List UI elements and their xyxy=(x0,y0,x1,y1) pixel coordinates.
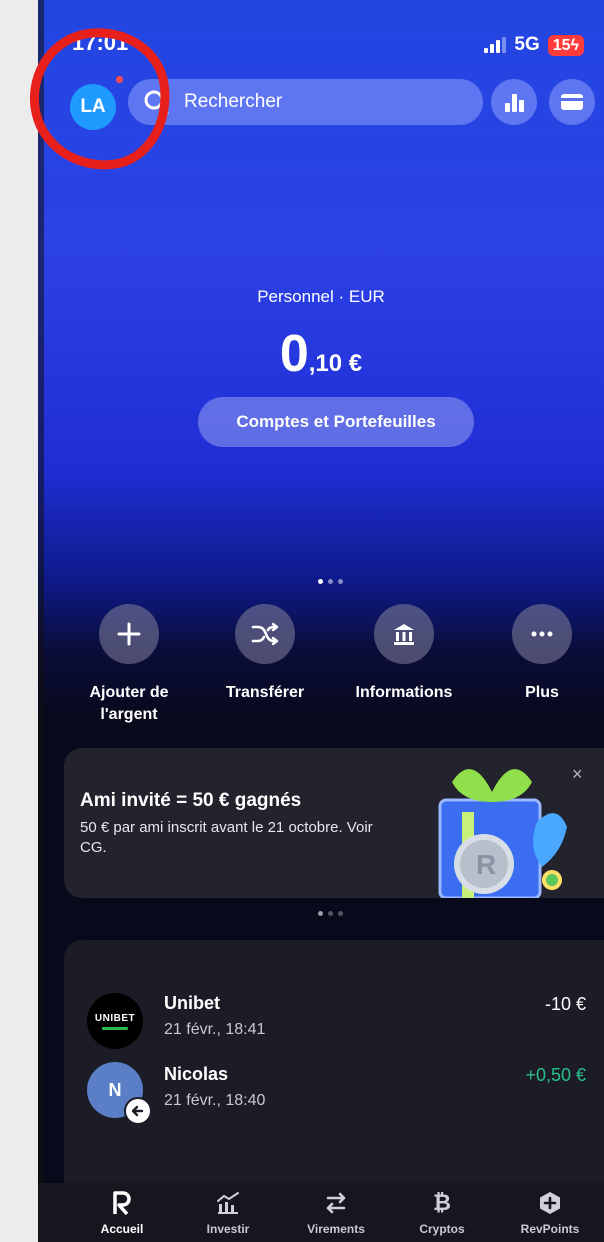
transactions-card xyxy=(64,940,604,1200)
network-label: 5G xyxy=(514,34,540,55)
add-money-action[interactable]: Ajouter de l'argent xyxy=(64,604,194,726)
balance-integer: 0 xyxy=(279,325,309,383)
information-label: Informations xyxy=(355,684,453,701)
shuffle-icon xyxy=(235,604,295,664)
more-action[interactable]: Plus xyxy=(477,604,604,704)
promo-title: Ami invité = 50 € gagnés xyxy=(80,790,302,811)
battery-level: 15 xyxy=(552,36,571,54)
account-label: Personnel · EUR xyxy=(257,287,385,306)
bank-icon xyxy=(374,604,434,664)
promo-close-button[interactable]: × xyxy=(572,764,583,785)
tab-virements[interactable]: Virements xyxy=(286,1190,386,1236)
balance-amount: 0,10 € xyxy=(38,324,604,384)
transaction-amount: +0,50 € xyxy=(525,1065,586,1085)
promo-carousel-dots xyxy=(318,911,343,916)
tab-label: Cryptos xyxy=(419,1222,465,1236)
tab-investir[interactable]: Investir xyxy=(178,1190,278,1236)
revolut-r-icon xyxy=(72,1190,172,1216)
transaction-name[interactable]: Nicolas xyxy=(164,1064,228,1085)
signal-icon xyxy=(484,37,507,53)
tab-cryptos[interactable]: ₿ Cryptos xyxy=(392,1190,492,1236)
promo-text: 50 € par ami inscrit avant le 21 octobre… xyxy=(80,819,373,856)
transaction-date: 21 févr., 18:41 xyxy=(164,1021,266,1038)
card-icon xyxy=(561,94,583,110)
cards-button[interactable] xyxy=(549,79,595,125)
status-indicators: 5G 15ϟ xyxy=(484,34,584,56)
battery-icon: 15ϟ xyxy=(547,34,584,56)
tab-label: Virements xyxy=(307,1222,365,1236)
tab-label: Investir xyxy=(206,1222,250,1236)
analytics-button[interactable] xyxy=(491,79,537,125)
carousel-dots xyxy=(318,579,343,584)
add-money-label: Ajouter de l'argent xyxy=(89,684,169,723)
charging-icon: ϟ xyxy=(570,36,579,54)
incoming-arrow-icon xyxy=(124,1097,152,1125)
tab-label: RevPoints xyxy=(520,1222,580,1236)
phone-edge xyxy=(38,0,44,1242)
bar-chart-icon xyxy=(505,94,524,112)
svg-text:R: R xyxy=(476,849,496,880)
revpoints-icon xyxy=(500,1190,600,1216)
search-placeholder: Rechercher xyxy=(184,91,283,112)
tab-label: Accueil xyxy=(100,1222,144,1236)
transaction-date: 21 févr., 18:40 xyxy=(164,1092,266,1109)
invest-icon xyxy=(178,1190,278,1216)
information-action[interactable]: Informations xyxy=(339,604,469,704)
transfer-action[interactable]: Transférer xyxy=(200,604,330,704)
unibet-logo: UNIBET xyxy=(87,993,143,1049)
search-bar[interactable]: Rechercher xyxy=(128,79,483,125)
bitcoin-icon: ₿ xyxy=(433,1190,451,1215)
more-icon xyxy=(512,604,572,664)
plus-icon xyxy=(99,604,159,664)
tab-accueil[interactable]: Accueil xyxy=(72,1190,172,1236)
accounts-wallets-button[interactable]: Comptes et Portefeuilles xyxy=(198,397,474,447)
transfer-arrows-icon xyxy=(286,1190,386,1216)
transaction-name[interactable]: Unibet xyxy=(164,993,220,1014)
more-label: Plus xyxy=(525,684,559,701)
contact-initial: N xyxy=(108,1079,122,1100)
balance-decimal: ,10 € xyxy=(308,350,363,377)
gift-illustration-icon: R xyxy=(438,769,567,898)
unibet-logo-text: UNIBET xyxy=(94,1012,136,1024)
transfer-label: Transférer xyxy=(225,684,305,701)
tab-revpoints[interactable]: RevPoints xyxy=(500,1190,600,1236)
transaction-amount: -10 € xyxy=(544,994,586,1014)
